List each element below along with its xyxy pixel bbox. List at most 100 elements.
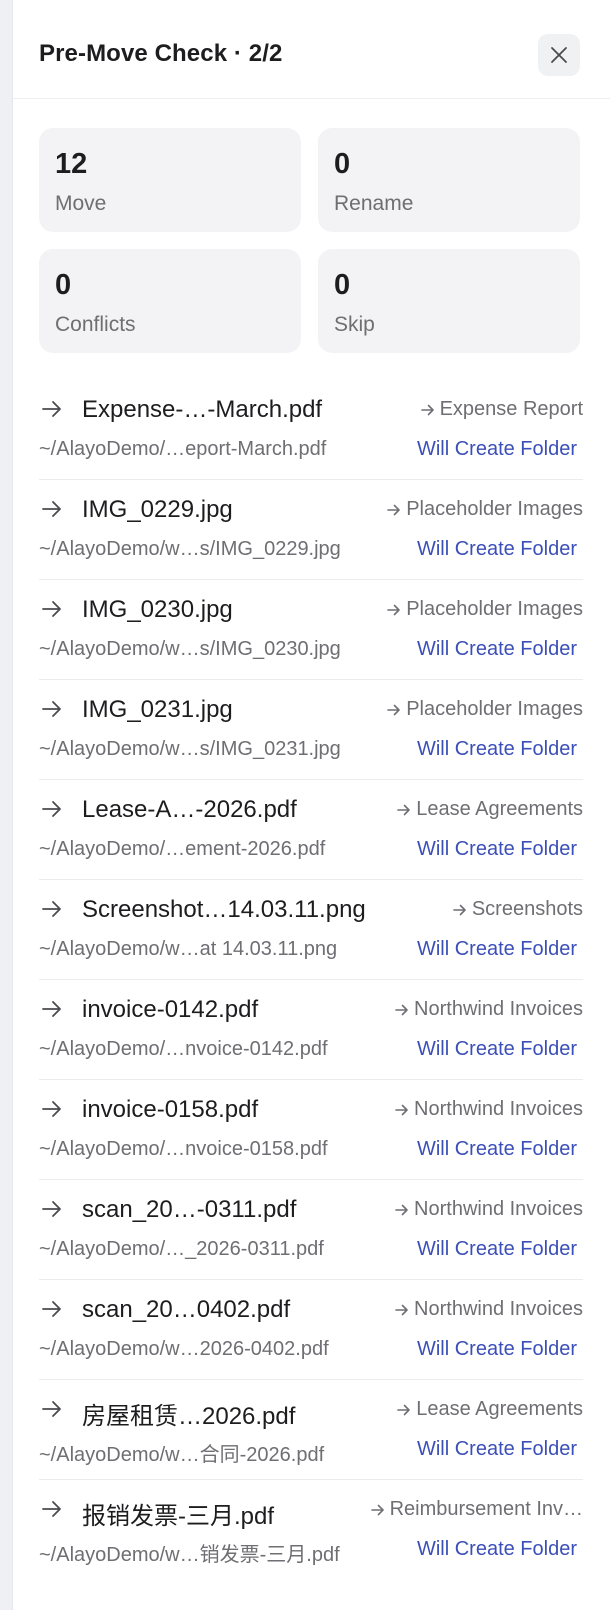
destination-label: Northwind Invoices	[414, 1298, 583, 1320]
arrow-right-icon	[42, 801, 61, 817]
file-name: IMG_0229.jpg	[82, 496, 233, 523]
file-name: Screenshot…14.03.11.png	[82, 896, 366, 923]
file-name: Lease-A…-2026.pdf	[82, 796, 297, 823]
destination-label: Lease Agreements	[416, 798, 583, 820]
destination-label: Expense Report	[439, 398, 583, 420]
move-item-list: Expense-…-March.pdf Expense Report ~/Ala…	[39, 380, 583, 1579]
destination: Lease Agreements	[395, 1398, 583, 1421]
file-name: IMG_0231.jpg	[82, 696, 233, 723]
create-folder-badge: Will Create Folder	[416, 1538, 577, 1560]
move-item-row[interactable]: IMG_0230.jpg Placeholder Images ~/AlayoD…	[39, 580, 583, 680]
source-path: ~/AlayoDemo/w…销发票-三月.pdf	[39, 1544, 340, 1566]
destination: Placeholder Images	[385, 698, 583, 721]
create-folder-badge: Will Create Folder	[416, 1038, 577, 1060]
stat-card-rename: 0 Rename	[318, 128, 580, 232]
source-path: ~/AlayoDemo/…_2026-0311.pdf	[39, 1238, 324, 1260]
arrow-right-icon	[42, 1101, 61, 1117]
stat-label: Rename	[334, 192, 414, 215]
move-item-row[interactable]: Screenshot…14.03.11.png Screenshots ~/Al…	[39, 880, 583, 980]
move-item-row[interactable]: IMG_0229.jpg Placeholder Images ~/AlayoD…	[39, 480, 583, 580]
destination: Northwind Invoices	[393, 998, 583, 1021]
close-icon	[551, 47, 567, 63]
arrow-right-icon	[397, 804, 411, 815]
source-path: ~/AlayoDemo/w…2026-0402.pdf	[39, 1338, 329, 1360]
stat-card-conflicts: 0 Conflicts	[39, 249, 301, 353]
destination-label: Placeholder Images	[406, 598, 583, 620]
panel-title: Pre-Move Check · 2/2	[39, 40, 283, 67]
arrow-right-icon	[420, 404, 434, 415]
destination: Northwind Invoices	[393, 1298, 583, 1321]
arrow-right-icon	[42, 401, 61, 417]
stat-card-skip: 0 Skip	[318, 249, 580, 353]
move-item-row[interactable]: invoice-0142.pdf Northwind Invoices ~/Al…	[39, 980, 583, 1080]
create-folder-badge: Will Create Folder	[416, 638, 577, 660]
source-path: ~/AlayoDemo/…nvoice-0158.pdf	[39, 1138, 328, 1160]
source-path: ~/AlayoDemo/…eport-March.pdf	[39, 438, 327, 460]
arrow-right-icon	[395, 1304, 408, 1315]
move-item-row[interactable]: Expense-…-March.pdf Expense Report ~/Ala…	[39, 380, 583, 480]
destination-label: Northwind Invoices	[414, 1198, 583, 1220]
pre-move-check-panel: Pre-Move Check · 2/2 12 Move 0 Rename 0 …	[12, 0, 610, 1610]
arrow-right-icon	[395, 1204, 408, 1215]
arrow-right-icon	[42, 1501, 61, 1517]
arrow-right-icon	[397, 1404, 411, 1415]
destination: Placeholder Images	[385, 598, 583, 621]
destination-label: Lease Agreements	[416, 1398, 583, 1420]
create-folder-badge: Will Create Folder	[416, 938, 577, 960]
source-path: ~/AlayoDemo/…nvoice-0142.pdf	[39, 1038, 328, 1060]
destination-label: Northwind Invoices	[414, 1098, 583, 1120]
create-folder-badge: Will Create Folder	[416, 838, 577, 860]
move-item-row[interactable]: scan_20…-0311.pdf Northwind Invoices ~/A…	[39, 1180, 583, 1280]
file-name: invoice-0158.pdf	[82, 1096, 259, 1123]
destination: Placeholder Images	[385, 498, 583, 521]
arrow-right-icon	[42, 601, 61, 617]
source-path: ~/AlayoDemo/w…合同-2026.pdf	[39, 1444, 325, 1466]
arrow-right-icon	[42, 1001, 61, 1017]
stat-value: 0	[334, 269, 351, 301]
panel-header: Pre-Move Check · 2/2	[13, 0, 610, 99]
create-folder-badge: Will Create Folder	[416, 1438, 577, 1460]
arrow-right-icon	[395, 1104, 408, 1115]
destination: Northwind Invoices	[393, 1098, 583, 1121]
arrow-right-icon	[387, 704, 401, 715]
arrow-right-icon	[42, 1201, 61, 1217]
move-item-row[interactable]: 房屋租赁…2026.pdf Lease Agreements ~/AlayoDe…	[39, 1380, 583, 1480]
destination-label: Placeholder Images	[406, 698, 583, 720]
arrow-right-icon	[395, 1004, 408, 1015]
arrow-right-icon	[42, 501, 61, 517]
source-path: ~/AlayoDemo/w…s/IMG_0230.jpg	[39, 638, 341, 660]
close-button[interactable]	[538, 34, 580, 76]
move-item-row[interactable]: invoice-0158.pdf Northwind Invoices ~/Al…	[39, 1080, 583, 1180]
destination: Lease Agreements	[395, 798, 583, 821]
stat-value: 0	[55, 269, 72, 301]
create-folder-badge: Will Create Folder	[416, 1138, 577, 1160]
destination: Reimbursement Inv…	[369, 1498, 583, 1521]
arrow-right-icon	[42, 1401, 61, 1417]
file-name: scan_20…-0311.pdf	[82, 1196, 297, 1223]
create-folder-badge: Will Create Folder	[416, 1338, 577, 1360]
source-path: ~/AlayoDemo/…ement-2026.pdf	[39, 838, 326, 860]
stat-label: Skip	[334, 313, 375, 336]
source-path: ~/AlayoDemo/w…s/IMG_0229.jpg	[39, 538, 341, 560]
move-item-row[interactable]: Lease-A…-2026.pdf Lease Agreements ~/Ala…	[39, 780, 583, 880]
create-folder-badge: Will Create Folder	[416, 438, 577, 460]
file-name: Expense-…-March.pdf	[82, 396, 323, 423]
destination-label: Reimbursement Inv…	[389, 1498, 583, 1520]
create-folder-badge: Will Create Folder	[416, 1238, 577, 1260]
arrow-right-icon	[387, 604, 401, 615]
summary-stats: 12 Move 0 Rename 0 Conflicts 0 Skip	[39, 128, 583, 353]
file-name: IMG_0230.jpg	[82, 596, 233, 623]
window-edge	[0, 0, 12, 1610]
arrow-right-icon	[453, 904, 466, 915]
move-item-row[interactable]: scan_20…0402.pdf Northwind Invoices ~/Al…	[39, 1280, 583, 1380]
destination: Screenshots	[451, 898, 583, 921]
destination: Northwind Invoices	[393, 1198, 583, 1221]
move-item-row[interactable]: IMG_0231.jpg Placeholder Images ~/AlayoD…	[39, 680, 583, 780]
stat-label: Conflicts	[55, 313, 136, 336]
arrow-right-icon	[42, 1301, 61, 1317]
arrow-right-icon	[42, 901, 61, 917]
arrow-right-icon	[42, 701, 61, 717]
move-item-row[interactable]: 报销发票-三月.pdf Reimbursement Inv… ~/AlayoDe…	[39, 1480, 583, 1579]
arrow-right-icon	[387, 504, 401, 515]
stat-card-move: 12 Move	[39, 128, 301, 232]
